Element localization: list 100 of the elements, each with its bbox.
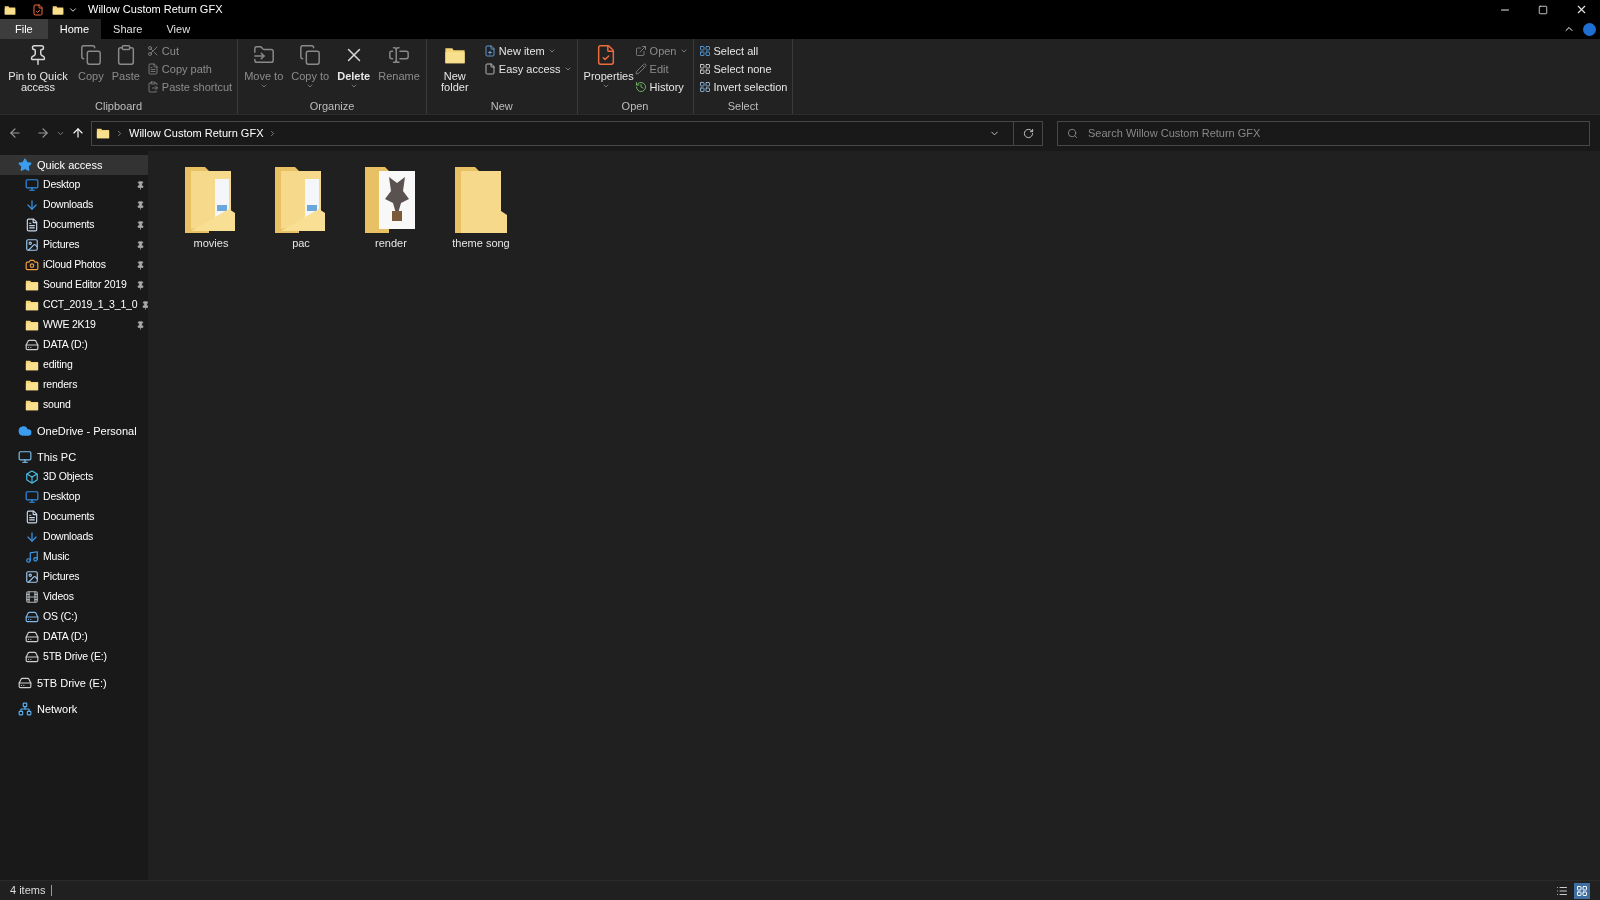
ribbon-button[interactable]: New folder [429, 39, 480, 99]
nav-item[interactable]: Documents [0, 215, 148, 235]
caret-icon [547, 47, 556, 55]
ribbon-group-label: Clipboard [94, 99, 144, 114]
ribbon-button[interactable]: Select all [696, 42, 790, 60]
window-title: Willow Custom Return GFX [88, 2, 223, 18]
caret-icon [349, 82, 358, 90]
caret-icon [563, 65, 572, 73]
folder-item[interactable]: pac [260, 163, 342, 254]
folder-item[interactable]: render [350, 163, 432, 254]
ribbon-group-label: Open [620, 99, 650, 114]
drive-icon [25, 610, 39, 624]
nav-item[interactable]: This PC [0, 447, 148, 467]
pin-icon [136, 320, 145, 330]
music-note-icon [25, 550, 39, 564]
nav-item[interactable]: OneDrive - Personal [0, 421, 148, 441]
nav-item[interactable]: 3D Objects [0, 467, 148, 487]
copy-icon [79, 43, 102, 67]
caret-icon [601, 82, 610, 90]
folder-item[interactable]: movies [170, 163, 252, 254]
nav-item[interactable]: DATA (D:) [0, 627, 148, 647]
clipboard-icon [146, 81, 159, 93]
nav-item[interactable]: sound [0, 395, 148, 415]
search-field[interactable]: Search Willow Custom Return GFX [1057, 120, 1590, 146]
new-folder-icon [52, 3, 64, 16]
ribbon-tab[interactable]: Home [47, 19, 102, 39]
nav-item[interactable]: iCloud Photos [0, 255, 148, 275]
nav-item[interactable]: Network [0, 699, 148, 719]
copy-icon [299, 43, 322, 67]
ribbon-button[interactable]: Select none [696, 60, 790, 78]
folder-icon [25, 398, 39, 412]
ribbon-button[interactable]: Delete [334, 39, 374, 99]
ribbon-group-label: Select [726, 99, 760, 114]
caret-icon [259, 82, 268, 90]
folder-icon [453, 165, 509, 233]
nav-item[interactable]: Quick access [0, 155, 148, 175]
grid-icon [698, 45, 711, 57]
caret-icon [306, 82, 315, 90]
download-icon [25, 530, 39, 544]
nav-item[interactable]: Downloads [0, 527, 148, 547]
ribbon-button[interactable]: Invert selection [696, 78, 790, 96]
nav-item[interactable]: WWE 2K19 [0, 315, 148, 335]
list-icon [1556, 884, 1568, 897]
folder-icon [25, 278, 39, 292]
folder-icon [25, 378, 39, 392]
caret-icon [679, 47, 688, 55]
back-icon[interactable] [8, 126, 22, 140]
folder-icon [4, 3, 16, 16]
film-icon [25, 590, 39, 604]
nav-item[interactable]: Pictures [0, 567, 148, 587]
nav-item[interactable]: Downloads [0, 195, 148, 215]
pin-icon [136, 180, 145, 190]
file-menu-tab[interactable]: File [0, 19, 48, 39]
folder-item[interactable]: theme song [440, 163, 522, 254]
document-icon [25, 510, 39, 524]
folder-icon [25, 298, 39, 312]
nav-item[interactable]: CCT_2019_1_3_1_0 [0, 295, 148, 315]
monitor-icon [25, 490, 39, 504]
forward-icon[interactable] [36, 126, 50, 140]
pin-icon [136, 260, 145, 270]
picture-icon [25, 238, 39, 252]
cloud-icon [18, 424, 32, 438]
scissors-icon [146, 45, 159, 57]
download-icon [25, 198, 39, 212]
nav-item[interactable]: Desktop [0, 487, 148, 507]
ribbon-tab[interactable]: Share [101, 19, 155, 39]
nav-item[interactable]: Sound Editor 2019 [0, 275, 148, 295]
drive-icon [25, 650, 39, 664]
ribbon-button[interactable]: Pin to Quick access [3, 39, 73, 99]
nav-item[interactable]: 5TB Drive (E:) [0, 647, 148, 667]
breadcrumb[interactable]: Willow Custom Return GFX [129, 124, 264, 142]
nav-item[interactable]: Documents [0, 507, 148, 527]
pencil-icon [634, 63, 647, 75]
refresh-icon[interactable] [1023, 127, 1034, 139]
search-icon [1067, 127, 1078, 139]
ribbon-button[interactable]: Easy access [481, 60, 574, 78]
document-icon [25, 218, 39, 232]
nav-item[interactable]: Desktop [0, 175, 148, 195]
nav-item[interactable]: renders [0, 375, 148, 395]
cube-icon [25, 470, 39, 484]
nav-item[interactable]: editing [0, 355, 148, 375]
pin-icon [136, 280, 145, 290]
document-icon [146, 63, 159, 75]
nav-item[interactable]: DATA (D:) [0, 335, 148, 355]
properties-icon[interactable] [32, 3, 44, 16]
drive-icon [25, 338, 39, 352]
ribbon-button[interactable]: New item [481, 42, 574, 60]
drive-icon [18, 676, 32, 690]
ribbon-tab[interactable]: View [154, 19, 203, 39]
nav-item[interactable]: 5TB Drive (E:) [0, 673, 148, 693]
drive-icon [25, 630, 39, 644]
nav-item[interactable]: Pictures [0, 235, 148, 255]
nav-item[interactable]: Videos [0, 587, 148, 607]
up-icon[interactable] [71, 126, 85, 140]
nav-item[interactable]: OS (C:) [0, 607, 148, 627]
address-bar[interactable]: Willow Custom Return GFX [91, 120, 1043, 146]
history-icon [634, 81, 647, 93]
photos-icon [25, 258, 39, 272]
nav-item[interactable]: Music [0, 547, 148, 567]
large-icons-view-button[interactable] [1574, 882, 1590, 899]
